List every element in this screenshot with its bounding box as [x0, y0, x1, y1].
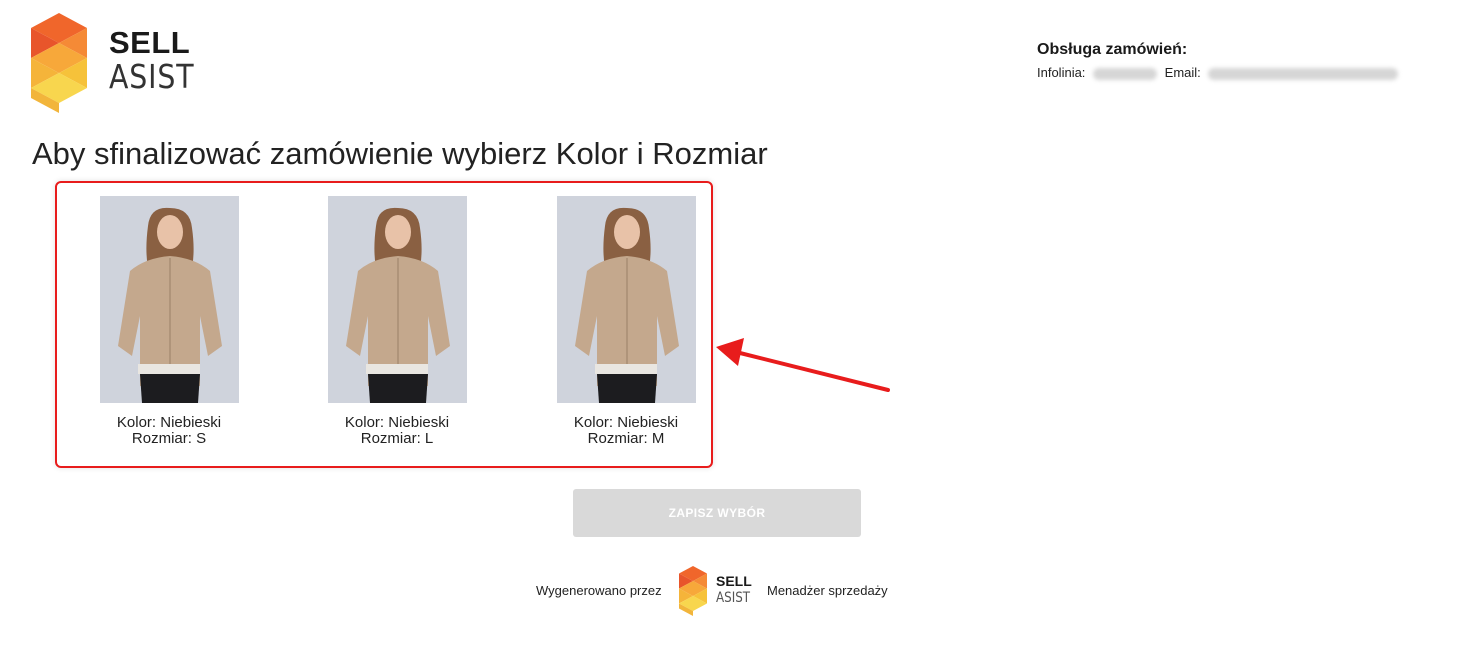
- variant-size: Rozmiar: S: [131, 430, 207, 447]
- footer-tagline: Menadżer sprzedaży: [767, 583, 888, 598]
- variant-color: Kolor: Niebieski: [573, 414, 679, 431]
- footer-logo-sell-text: SELL: [716, 573, 752, 589]
- contact-details: Infolinia: Email:: [1037, 65, 1402, 80]
- footer-generated-by: Wygenerowano przez: [536, 583, 662, 598]
- variant-label: Kolor: Niebieski Rozmiar: M: [526, 415, 726, 447]
- footer-logo-asist-text: ASIST: [716, 590, 751, 606]
- footer-logo-icon: [679, 566, 707, 616]
- order-support-contact: Obsługa zamówień: Infolinia: Email:: [1037, 41, 1402, 80]
- variant-size: Rozmiar: M: [587, 430, 665, 447]
- sellasist-logo[interactable]: SELL ASIST: [31, 13, 201, 113]
- product-photo[interactable]: [99, 196, 239, 403]
- page: SELL ASIST Obsługa zamówień: Infolinia: …: [0, 0, 1461, 648]
- variant-option[interactable]: Kolor: Niebieski Rozmiar: M: [526, 196, 726, 447]
- annotation-arrow-icon: [716, 338, 890, 392]
- page-title: Aby sfinalizować zamówienie wybierz Kolo…: [32, 136, 768, 171]
- logo-sell-text: SELL: [109, 25, 191, 60]
- product-photo[interactable]: [327, 196, 467, 403]
- phone-label: Infolinia:: [1037, 65, 1086, 80]
- variant-label: Kolor: Niebieski Rozmiar: S: [69, 415, 269, 447]
- sellasist-logo-icon: [31, 13, 87, 113]
- variant-option[interactable]: Kolor: Niebieski Rozmiar: L: [297, 196, 497, 447]
- phone-value-blurred: [1093, 67, 1158, 80]
- save-selection-button[interactable]: ZAPISZ WYBÓR: [573, 489, 861, 537]
- email-label: Email:: [1164, 65, 1201, 80]
- variant-option[interactable]: Kolor: Niebieski Rozmiar: S: [69, 196, 269, 447]
- variant-color: Kolor: Niebieski: [344, 414, 450, 431]
- variant-size: Rozmiar: L: [360, 430, 434, 447]
- variant-color: Kolor: Niebieski: [116, 414, 222, 431]
- footer-sellasist-logo[interactable]: SELL ASIST: [679, 566, 764, 616]
- variant-label: Kolor: Niebieski Rozmiar: L: [297, 415, 497, 447]
- email-value-blurred[interactable]: [1208, 67, 1399, 80]
- product-photo[interactable]: [556, 196, 696, 403]
- contact-title: Obsługa zamówień:: [1037, 41, 1188, 58]
- logo-asist-text: ASIST: [109, 57, 195, 96]
- variant-selection-box: Kolor: Niebieski Rozmiar: S Kolor: Niebi…: [55, 181, 713, 468]
